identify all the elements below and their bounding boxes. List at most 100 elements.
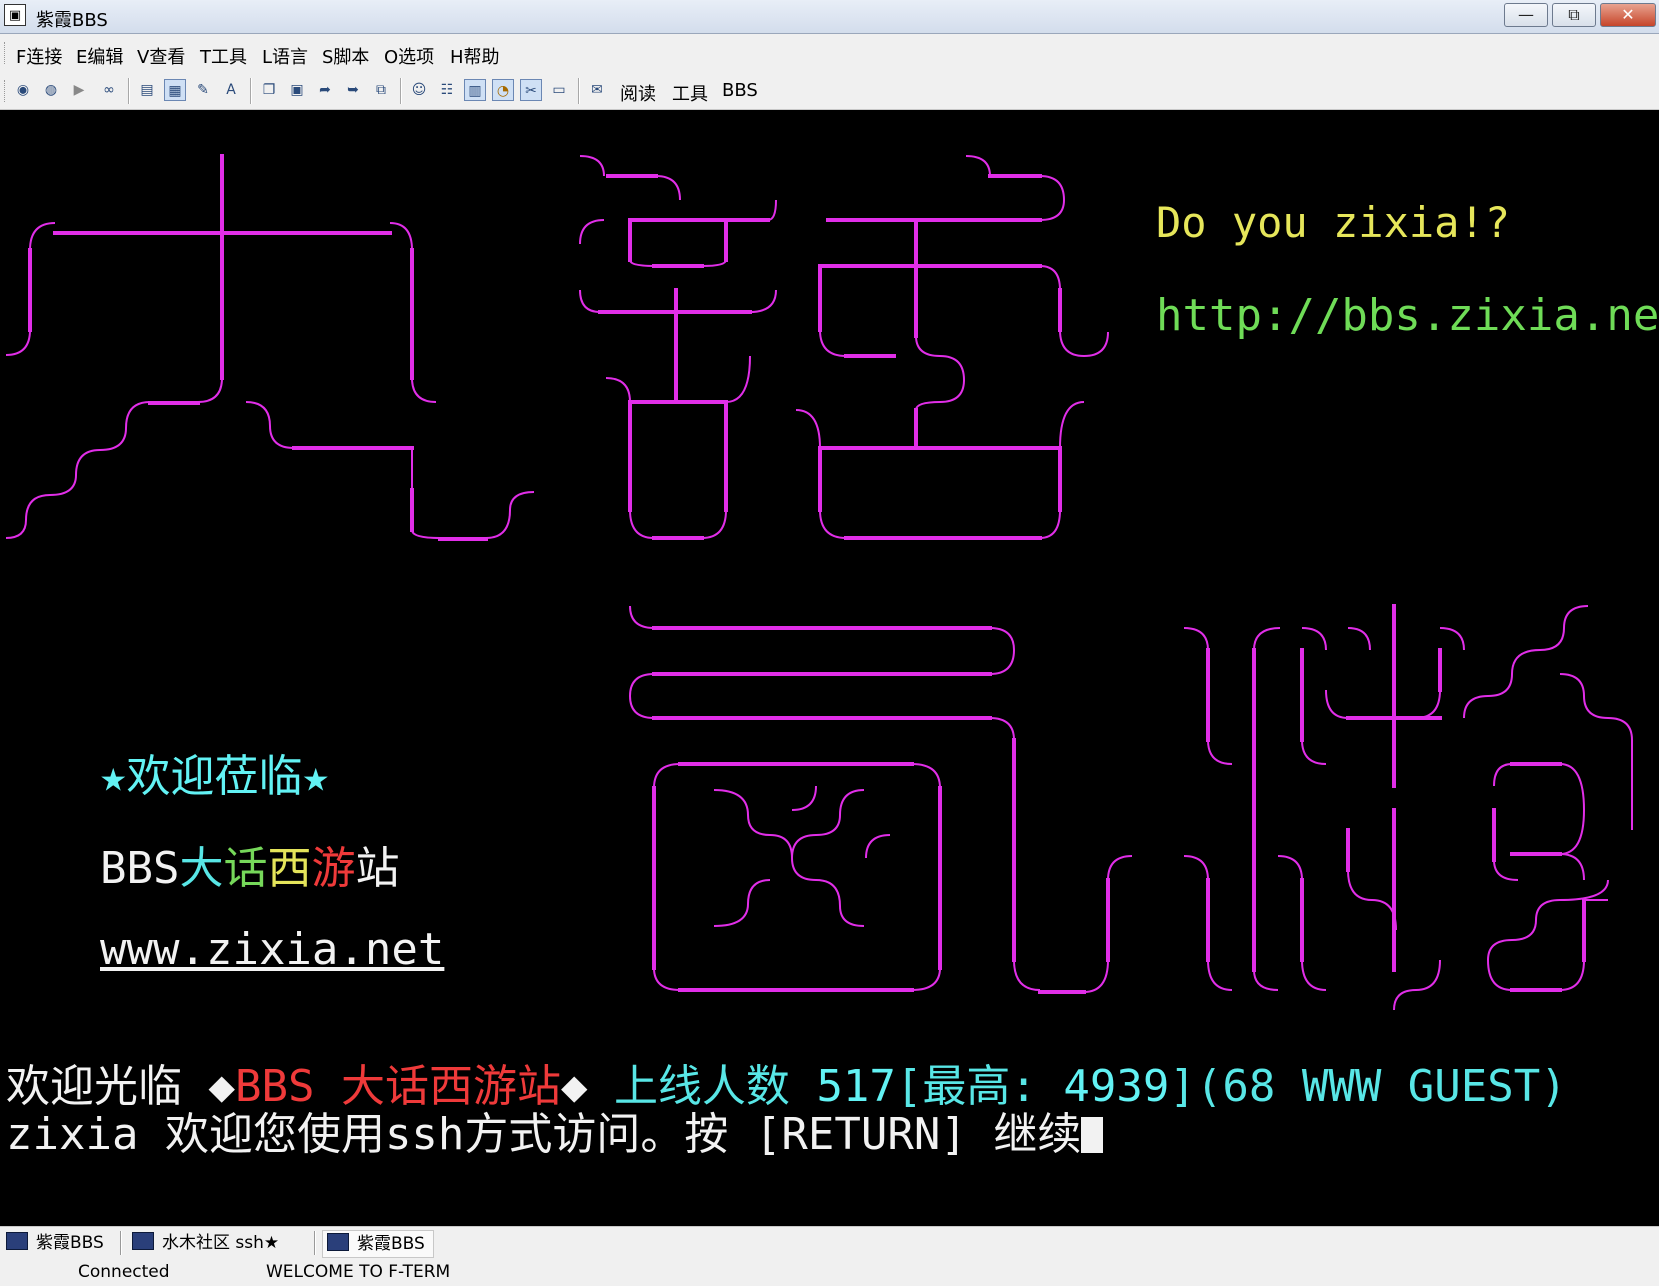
layout-icon[interactable]: ▥ <box>464 79 486 101</box>
tab-label: 紫霞BBS <box>357 1234 425 1254</box>
art-curve <box>989 717 1015 741</box>
toolbar-tools[interactable]: 工具 <box>672 80 708 106</box>
art-curve <box>653 967 681 991</box>
art-curve <box>411 529 441 539</box>
toolbar-read[interactable]: 阅读 <box>620 80 656 106</box>
art-curve <box>1325 689 1349 719</box>
font-icon[interactable]: A <box>220 79 242 101</box>
art-curve <box>1347 869 1397 931</box>
site-char-1: 大 <box>179 843 224 894</box>
tab-label: 紫霞BBS <box>36 1233 104 1253</box>
site-char-4: 游 <box>311 843 356 894</box>
art-curve <box>1415 689 1441 719</box>
art-curve <box>1347 627 1371 651</box>
art-curve <box>791 785 817 811</box>
art-curve <box>1039 265 1061 291</box>
art-curve <box>1039 175 1066 221</box>
terminal-cursor <box>1081 1117 1104 1153</box>
menu-connect[interactable]: F连接 <box>16 43 62 69</box>
status-bar: Connected WELCOME TO F-TERM <box>0 1258 1659 1286</box>
toolbar-separator <box>128 78 130 104</box>
play-icon[interactable]: ▶ <box>68 79 90 101</box>
art-curve <box>713 879 771 927</box>
duplicate-icon[interactable]: ⧉ <box>370 79 392 101</box>
art-curve <box>5 329 31 356</box>
art-curve <box>411 377 437 403</box>
tab-separator <box>314 1231 316 1255</box>
close-button[interactable]: ✕ <box>1600 3 1656 27</box>
site-char-5: 站 <box>355 843 400 894</box>
guest-count: (68 WWW GUEST) <box>1195 1061 1567 1112</box>
clock-icon[interactable]: ◔ <box>492 79 514 101</box>
art-curve <box>1301 959 1327 991</box>
art-curve <box>1207 959 1233 991</box>
art-curve <box>1559 959 1585 991</box>
receive-icon[interactable]: ➥ <box>342 79 364 101</box>
menu-bar: F连接 E编辑 V查看 T工具 L语言 S脚本 O选项 H帮助 <box>0 34 1659 72</box>
edit-icon[interactable]: ✎ <box>192 79 214 101</box>
menu-language[interactable]: L语言 <box>262 43 308 69</box>
art-curve <box>1039 509 1061 539</box>
art-curve <box>965 155 991 177</box>
art-curve <box>819 329 847 357</box>
art-curve <box>911 967 941 991</box>
toolbar-separator <box>400 78 402 104</box>
menu-grip <box>4 42 8 64</box>
search-icon[interactable]: ◉ <box>12 79 34 101</box>
tab-newsmth-ssh[interactable]: 水木社区 ssh★ <box>132 1230 279 1256</box>
menu-options[interactable]: O选项 <box>384 43 434 69</box>
art-curve <box>819 509 847 539</box>
globe-icon[interactable]: ◍ <box>40 79 62 101</box>
art-curve <box>655 175 681 201</box>
menu-view[interactable]: V查看 <box>137 43 185 69</box>
menu-tools[interactable]: T工具 <box>200 43 247 69</box>
art-curve <box>725 355 751 403</box>
scissors-icon[interactable]: ✂ <box>520 79 542 101</box>
art-curve <box>245 401 295 449</box>
art-curve <box>653 763 681 789</box>
site-name: BBS大话西游站 <box>100 832 399 896</box>
site-url[interactable]: http://bbs.zixia.net <box>1156 290 1659 341</box>
terminal-screen[interactable]: Do you zixia!? http://bbs.zixia.net ★欢迎莅… <box>0 110 1659 1226</box>
send-icon[interactable]: ➦ <box>314 79 336 101</box>
tab-zixia-bbs-active[interactable]: 紫霞BBS <box>322 1230 434 1258</box>
copy-icon[interactable]: ❐ <box>258 79 280 101</box>
minimize-button[interactable]: — <box>1504 3 1548 27</box>
art-curve <box>579 219 605 245</box>
menu-help[interactable]: H帮助 <box>450 43 500 69</box>
menu-script[interactable]: S脚本 <box>322 43 369 69</box>
site-link[interactable]: www.zixia.net <box>100 924 444 975</box>
restore-button[interactable]: ⧉ <box>1552 3 1596 27</box>
users-icon[interactable]: ☺ <box>408 79 430 101</box>
art-curve <box>1253 627 1281 651</box>
site-prefix: BBS <box>100 843 180 894</box>
terminal-icon <box>327 1233 349 1251</box>
art-curve <box>791 789 865 859</box>
art-curve <box>1559 763 1586 855</box>
status-line-continue: zixia 欢迎您使用ssh方式访问。按 [RETURN] 继续 <box>6 1098 1104 1162</box>
menu-edit[interactable]: E编辑 <box>76 43 123 69</box>
art-curve <box>1301 739 1327 765</box>
paste-icon[interactable]: ▣ <box>286 79 308 101</box>
chat-icon[interactable]: ✉ <box>586 79 608 101</box>
message-icon[interactable]: ▭ <box>548 79 570 101</box>
art-curve <box>1486 879 1609 991</box>
window-title: 紫霞BBS <box>36 10 108 31</box>
status-message: WELCOME TO F-TERM <box>266 1262 451 1282</box>
new-session-icon[interactable]: ▤ <box>136 79 158 101</box>
art-curve <box>1083 959 1109 993</box>
toolbar-bbs[interactable]: BBS <box>722 80 758 101</box>
art-curve <box>579 155 605 177</box>
art-curve <box>1277 855 1303 881</box>
screen-icon[interactable]: ▦ <box>164 79 186 101</box>
art-curve <box>1393 959 1441 1011</box>
art-curve <box>1559 673 1633 790</box>
title-bar: ▣ 紫霞BBS — ⧉ ✕ <box>0 0 1659 34</box>
tab-zixia-bbs[interactable]: 紫霞BBS <box>6 1230 104 1256</box>
list-icon[interactable]: ☷ <box>436 79 458 101</box>
app-icon[interactable]: ▣ <box>4 4 26 26</box>
art-curve <box>989 627 1016 675</box>
art-curve <box>1059 329 1109 358</box>
terminal-icon <box>132 1232 154 1250</box>
link-icon[interactable]: ∞ <box>98 79 120 101</box>
